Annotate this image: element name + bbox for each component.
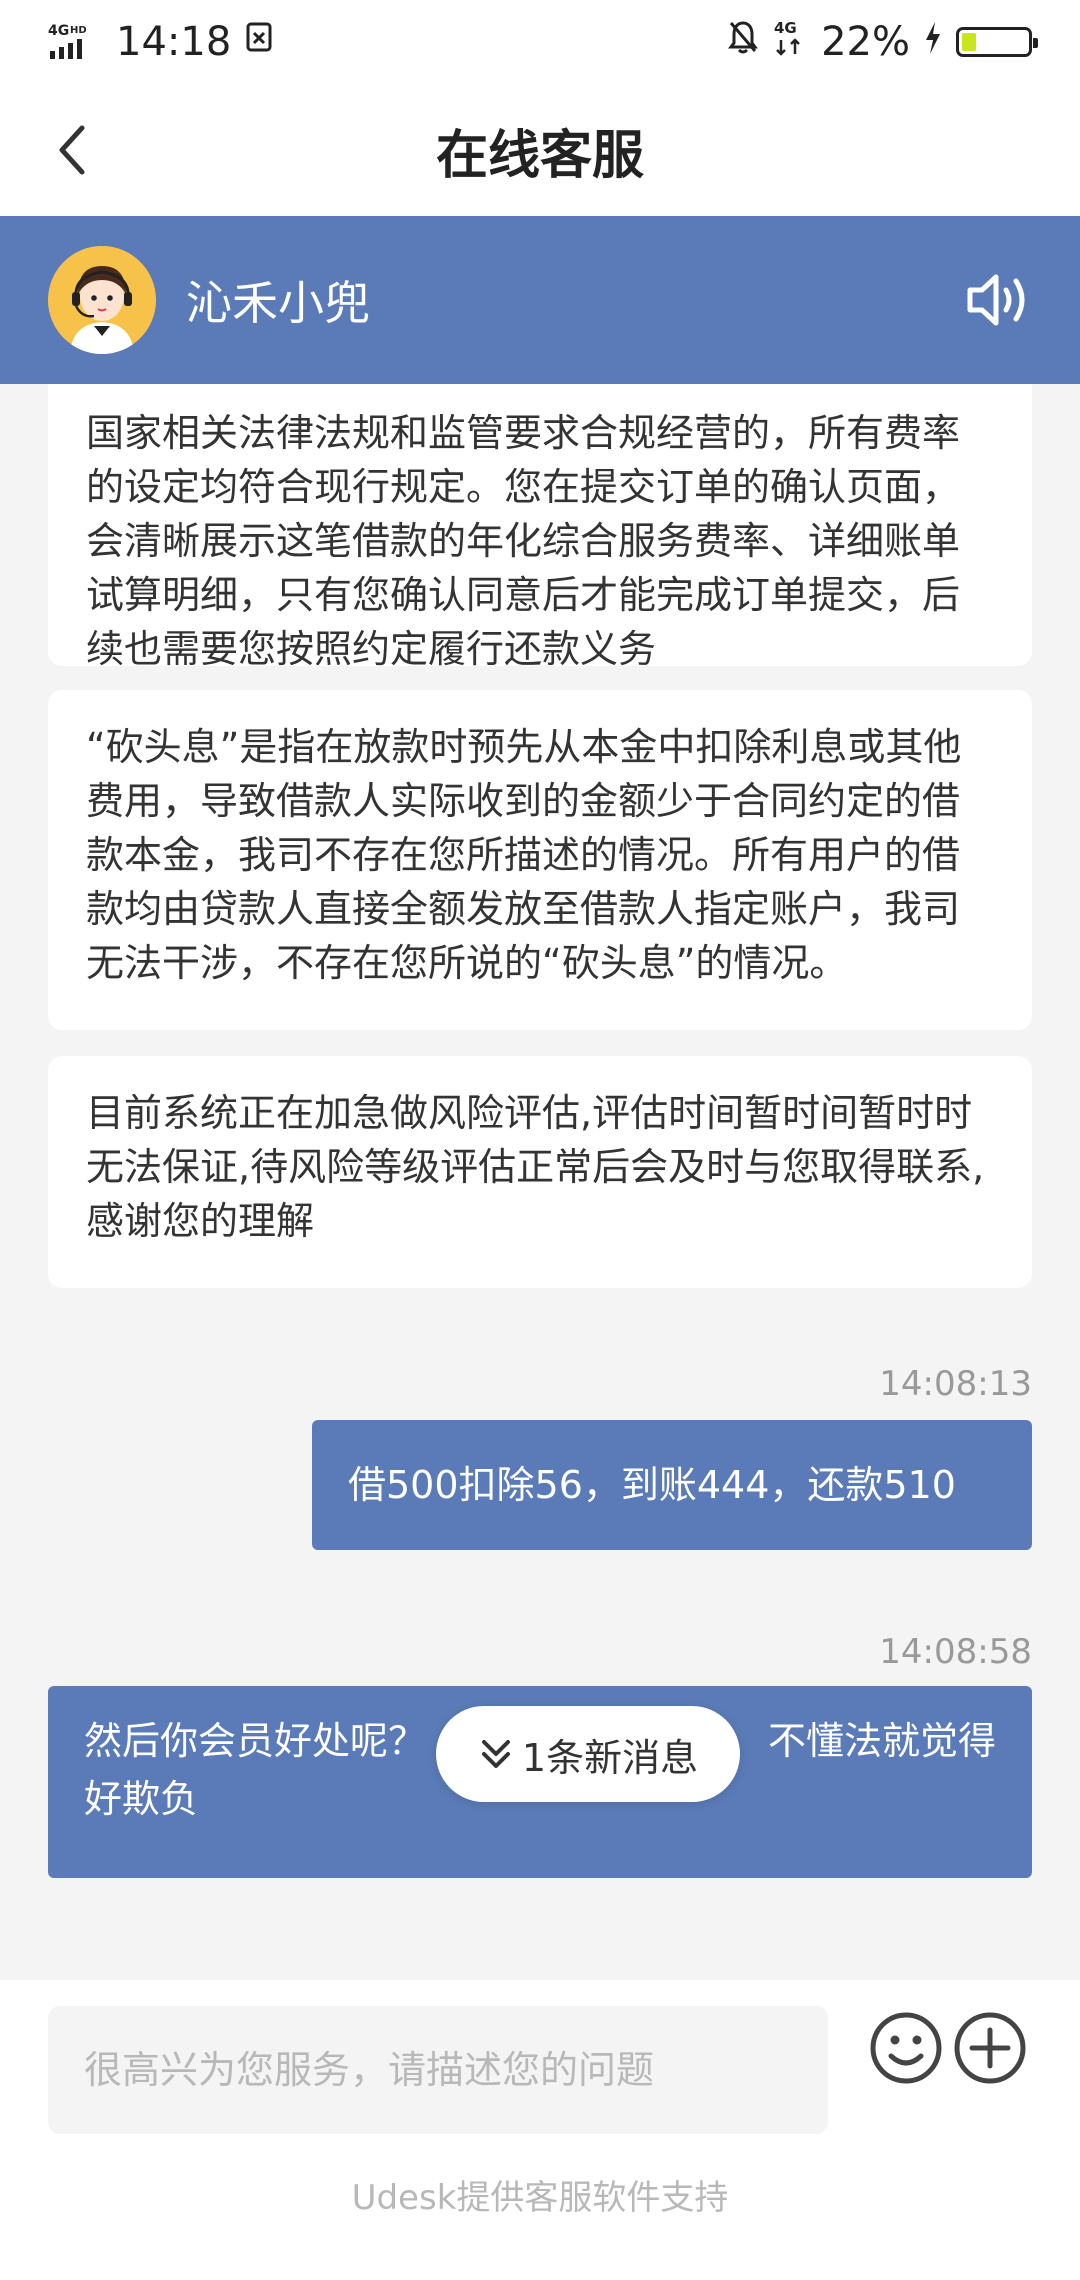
agent-name: 沁禾小兜 [186,276,370,330]
status-time: 14:18 [116,19,232,65]
input-area: Udesk提供客服软件支持 [0,1980,1080,2280]
charging-icon [924,19,942,65]
plus-circle-icon [954,2012,1026,2084]
message-timestamp: 14:08:13 [879,1364,1032,1404]
chevron-left-icon [59,125,85,175]
speaker-button[interactable] [964,268,1036,332]
agent-message: “砍头息”是指在放款时预先从本金中扣除利息或其他费用，导致借款人实际收到的金额少… [48,690,1032,1030]
message-input[interactable] [48,2006,828,2134]
mute-bell-icon [727,19,759,65]
message-timestamp: 14:08:58 [879,1632,1032,1672]
signal-icon: 4G HD [48,21,102,64]
smiley-icon [870,2012,942,2084]
agent-message: 目前系统正在加急做风险评估,评估时间暂时间暂时时无法保证,待风险等级评估正常后会… [48,1056,1032,1288]
new-message-label: 1条新消息 [521,1735,699,1780]
message-text: “砍头息”是指在放款时预先从本金中扣除利息或其他费用，导致借款人实际收到的金额少… [86,725,962,985]
double-chevron-down-icon [481,1740,510,1768]
message-text-start: 然后你会员好处呢？ [84,1719,427,1763]
message-text: 借500扣除56，到账444，还款510 [348,1463,956,1507]
svg-text:4G: 4G [774,19,797,37]
battery-icon [956,27,1038,57]
svg-text:4G: 4G [48,23,69,39]
message-text-end: 不懂法就觉得 [767,1719,996,1763]
chat-area[interactable]: 国家相关法律法规和监管要求合规经营的，所有费率的设定均符合现行规定。您在提交订单… [0,384,1080,1980]
agent-avatar [48,246,156,354]
page-title: 在线客服 [435,125,644,186]
battery-level [962,33,977,51]
message-text: 国家相关法律法规和监管要求合规经营的，所有费率的设定均符合现行规定。您在提交订单… [86,411,961,671]
new-message-button[interactable]: 1条新消息 [436,1706,740,1802]
powered-by-text: Udesk提供客服软件支持 [351,2178,729,2218]
emoji-button[interactable] [868,2010,944,2086]
status-bar-left: 4G HD 14:18 [48,19,275,65]
network-4g-icon: 4G [773,18,807,66]
status-bar: 4G HD 14:18 4G 22% [0,0,1080,84]
title-bar: 在线客服 [0,84,1080,216]
svg-text:HD: HD [70,25,87,36]
agent-header: 沁禾小兜 [0,216,1080,384]
speaker-icon [967,274,1025,326]
back-button[interactable] [40,118,104,182]
sim-icon [245,19,275,65]
user-message: 借500扣除56，到账444，还款510 [312,1420,1032,1550]
status-bar-right: 4G 22% [727,18,1038,66]
message-text: 目前系统正在加急做风险评估,评估时间暂时间暂时时无法保证,待风险等级评估正常后会… [86,1091,985,1243]
battery-percent: 22% [821,19,910,65]
more-button[interactable] [952,2010,1028,2086]
agent-message: 国家相关法律法规和监管要求合规经营的，所有费率的设定均符合现行规定。您在提交订单… [48,384,1032,671]
